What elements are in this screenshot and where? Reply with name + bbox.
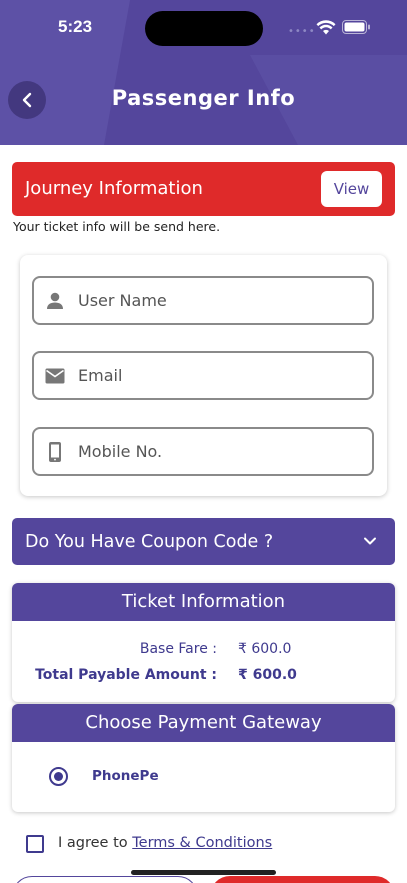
terms-link[interactable]: Terms & Conditions	[132, 835, 272, 851]
view-button[interactable]: View	[321, 171, 382, 207]
coupon-label: Do You Have Coupon Code ?	[25, 532, 274, 552]
base-fare-label: Base Fare :	[139, 641, 217, 657]
journey-title: Journey Information	[25, 178, 203, 199]
home-indicator	[131, 870, 276, 875]
phone-icon	[49, 442, 61, 462]
wifi-icon	[316, 20, 336, 35]
status-time: 5:23	[58, 17, 93, 36]
chevron-down-icon	[364, 537, 376, 545]
email-field[interactable]: Email	[32, 351, 374, 400]
passenger-form-card: User Name Email Mobile No.	[20, 255, 387, 496]
mail-icon	[45, 368, 65, 384]
coupon-toggle[interactable]: Do You Have Coupon Code ?	[12, 518, 395, 565]
mobile-field[interactable]: Mobile No.	[32, 427, 374, 476]
signal-dots: ••••	[288, 26, 316, 37]
app-header: 5:23 •••• Passenger Info	[0, 0, 407, 145]
dynamic-island	[145, 11, 263, 46]
username-field[interactable]: User Name	[32, 276, 374, 325]
battery-icon	[342, 20, 370, 34]
base-fare-value: ₹ 600.0	[238, 641, 292, 657]
terms-agreement: I agree to Terms & Conditions	[58, 835, 272, 851]
email-placeholder: Email	[78, 366, 123, 385]
primary-action-button[interactable]	[210, 876, 395, 883]
ticket-info-title: Ticket Information	[12, 583, 395, 621]
secondary-action-button[interactable]	[12, 876, 198, 883]
total-amount-label: Total Payable Amount :	[35, 667, 217, 683]
agree-prefix: I agree to	[58, 835, 133, 851]
ticket-info-card: Ticket Information Base Fare : ₹ 600.0 T…	[12, 583, 395, 702]
person-icon	[47, 292, 63, 309]
phonepe-radio[interactable]	[49, 767, 68, 786]
phonepe-label[interactable]: PhonePe	[92, 768, 159, 784]
mobile-placeholder: Mobile No.	[78, 442, 163, 461]
ticket-note: Your ticket info will be send here.	[13, 219, 221, 234]
payment-gateway-title: Choose Payment Gateway	[12, 704, 395, 742]
total-amount-value: ₹ 600.0	[238, 667, 297, 683]
journey-info-bar: Journey Information View	[12, 162, 395, 216]
payment-gateway-card: Choose Payment Gateway PhonePe	[12, 704, 395, 812]
total-amount-row: Total Payable Amount : ₹ 600.0	[12, 667, 395, 687]
terms-checkbox[interactable]	[26, 835, 44, 853]
status-bar: 5:23 ••••	[0, 0, 407, 56]
username-placeholder: User Name	[78, 291, 167, 310]
page-title: Passenger Info	[111, 86, 296, 110]
base-fare-row: Base Fare : ₹ 600.0	[12, 641, 395, 661]
